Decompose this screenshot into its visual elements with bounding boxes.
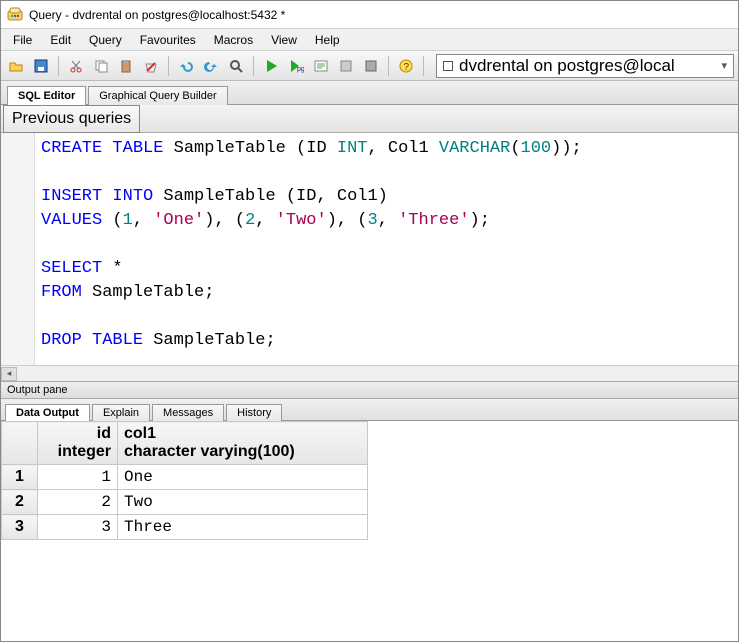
- clear-button[interactable]: [140, 55, 162, 77]
- cell-col1[interactable]: Three: [118, 515, 368, 540]
- cancel-button[interactable]: [335, 55, 357, 77]
- table-row[interactable]: 33Three: [2, 515, 368, 540]
- editor-tabs: SQL EditorGraphical Query Builder: [1, 81, 738, 105]
- undo-icon: [178, 58, 194, 74]
- stop-icon: [363, 58, 379, 74]
- sql-editor-area: CREATE TABLE SampleTable (ID INT, Col1 V…: [1, 133, 738, 381]
- result-grid[interactable]: idintegercol1character varying(100)11One…: [1, 421, 738, 641]
- cancel-icon: [338, 58, 354, 74]
- output-tab-explain[interactable]: Explain: [92, 404, 150, 421]
- window-title: Query - dvdrental on postgres@localhost:…: [29, 8, 285, 22]
- menu-file[interactable]: File: [5, 31, 40, 49]
- cell-col1[interactable]: One: [118, 465, 368, 490]
- help-icon: ?: [398, 58, 414, 74]
- copy-button[interactable]: [90, 55, 112, 77]
- find-icon: [228, 58, 244, 74]
- cut-button[interactable]: [65, 55, 87, 77]
- column-header-col1[interactable]: col1character varying(100): [118, 422, 368, 465]
- copy-icon: [93, 58, 109, 74]
- column-header-id[interactable]: idinteger: [38, 422, 118, 465]
- sql-editor[interactable]: CREATE TABLE SampleTable (ID INT, Col1 V…: [35, 133, 738, 381]
- editor-tab-sql-editor[interactable]: SQL Editor: [7, 86, 86, 105]
- row-number: 1: [2, 465, 38, 490]
- redo-icon: [203, 58, 219, 74]
- run-pgscript-icon: pg: [288, 58, 304, 74]
- menubar: FileEditQueryFavouritesMacrosViewHelp: [1, 29, 738, 51]
- scroll-left-arrow-icon[interactable]: ◂: [1, 367, 17, 381]
- help-button[interactable]: ?: [395, 55, 417, 77]
- explain-button[interactable]: [310, 55, 332, 77]
- svg-text:?: ?: [404, 62, 410, 73]
- undo-button[interactable]: [175, 55, 197, 77]
- table-row[interactable]: 22Two: [2, 490, 368, 515]
- cell-col1[interactable]: Two: [118, 490, 368, 515]
- menu-macros[interactable]: Macros: [206, 31, 261, 49]
- toolbar: pg? dvdrental on postgres@local ▾: [1, 51, 738, 81]
- stop-button[interactable]: [360, 55, 382, 77]
- paste-button[interactable]: [115, 55, 137, 77]
- menu-query[interactable]: Query: [81, 31, 130, 49]
- row-header-corner: [2, 422, 38, 465]
- find-button[interactable]: [225, 55, 247, 77]
- open-button[interactable]: [5, 55, 27, 77]
- save-icon: [33, 58, 49, 74]
- connection-label: dvdrental on postgres@local: [459, 56, 675, 76]
- menu-edit[interactable]: Edit: [42, 31, 79, 49]
- cell-id[interactable]: 2: [38, 490, 118, 515]
- previous-queries-bar: Previous queries: [1, 105, 738, 133]
- output-tab-history[interactable]: History: [226, 404, 282, 421]
- open-icon: [8, 58, 24, 74]
- save-button[interactable]: [30, 55, 52, 77]
- chevron-down-icon: ▾: [721, 59, 727, 72]
- previous-queries-dropdown[interactable]: Previous queries: [3, 105, 140, 133]
- app-icon: [7, 7, 23, 23]
- clear-icon: [143, 58, 159, 74]
- run-pgscript-button[interactable]: pg: [285, 55, 307, 77]
- cell-id[interactable]: 3: [38, 515, 118, 540]
- explain-icon: [313, 58, 329, 74]
- output-pane-label: Output pane: [1, 381, 738, 399]
- line-gutter: [1, 133, 35, 381]
- titlebar: Query - dvdrental on postgres@localhost:…: [1, 1, 738, 29]
- output-tab-data-output[interactable]: Data Output: [5, 404, 90, 421]
- output-tab-messages[interactable]: Messages: [152, 404, 224, 421]
- menu-view[interactable]: View: [263, 31, 305, 49]
- cut-icon: [68, 58, 84, 74]
- cell-id[interactable]: 1: [38, 465, 118, 490]
- row-number: 3: [2, 515, 38, 540]
- paste-icon: [118, 58, 134, 74]
- editor-tab-graphical-query-builder[interactable]: Graphical Query Builder: [88, 86, 227, 105]
- run-button[interactable]: [260, 55, 282, 77]
- row-number: 2: [2, 490, 38, 515]
- horizontal-scrollbar[interactable]: ◂: [1, 365, 738, 381]
- output-tabs: Data OutputExplainMessagesHistory: [1, 399, 738, 421]
- menu-help[interactable]: Help: [307, 31, 348, 49]
- run-icon: [263, 58, 279, 74]
- connection-indicator-icon: [443, 61, 453, 71]
- svg-text:pg: pg: [297, 66, 304, 73]
- table-row[interactable]: 11One: [2, 465, 368, 490]
- menu-favourites[interactable]: Favourites: [132, 31, 204, 49]
- redo-button[interactable]: [200, 55, 222, 77]
- connection-selector[interactable]: dvdrental on postgres@local ▾: [436, 54, 734, 78]
